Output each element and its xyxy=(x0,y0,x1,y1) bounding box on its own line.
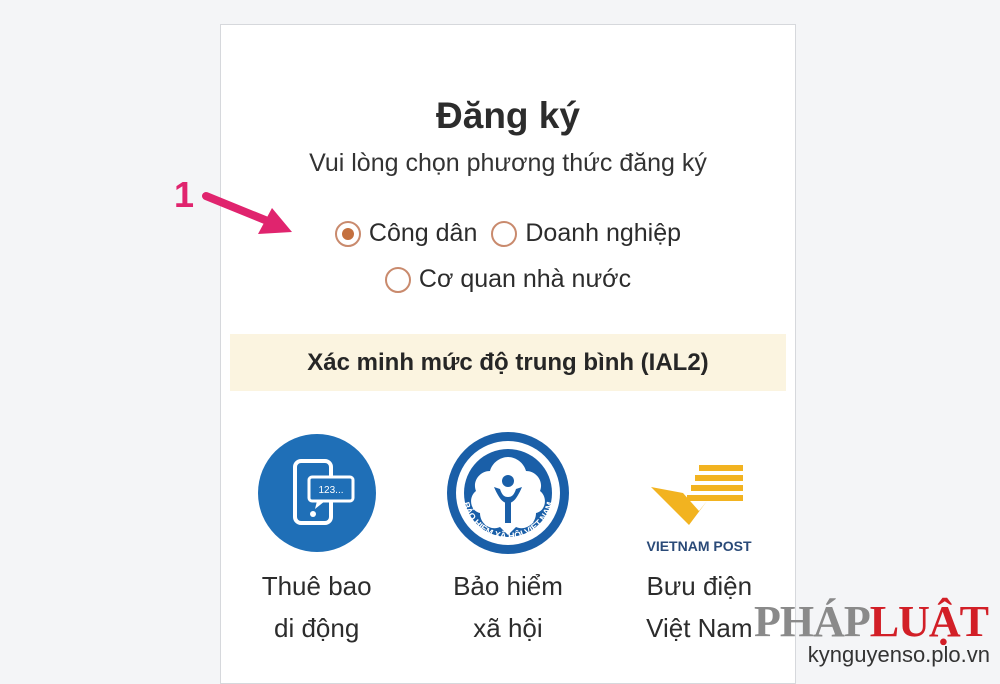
social-insurance-logo[interactable]: BẢO HIỂM XÃ HỘI VIỆT NAM xyxy=(446,431,570,555)
annotation-arrow-icon xyxy=(202,192,292,234)
annotation-number: 1 xyxy=(174,174,195,215)
watermark-logo: PHÁPLUẬT xyxy=(753,596,989,647)
logo-text-mobile: 123... xyxy=(318,485,343,496)
radio-label-doanh-nghiep: Doanh nghiệp xyxy=(525,219,682,247)
mobile-phone-icon[interactable]: 123... xyxy=(255,431,379,555)
radio-option-co-quan-nha-nuoc[interactable]: Cơ quan nhà nước xyxy=(384,265,632,294)
method-mobile-subscriber[interactable]: 123... Thuê bao di động xyxy=(221,431,412,649)
registration-type-row-1: Công dân Doanh nghiệp xyxy=(221,219,795,248)
radio-button-unchecked[interactable] xyxy=(384,266,411,293)
page-subtitle: Vui lòng chọn phương thức đăng ký xyxy=(309,149,707,177)
radio-button-checked[interactable] xyxy=(334,220,361,247)
radio-option-cong-dan[interactable]: Công dân xyxy=(334,219,478,248)
method-label-line2: Việt Nam xyxy=(646,613,753,643)
radio-button-unchecked[interactable] xyxy=(491,220,518,247)
method-social-insurance[interactable]: BẢO HIỂM XÃ HỘI VIỆT NAM Bảo hiểm xã hội xyxy=(412,431,603,649)
radio-option-doanh-nghiep[interactable]: Doanh nghiệp xyxy=(491,219,681,248)
vietnam-post-logo[interactable]: VIETNAM POST xyxy=(637,431,761,555)
watermark-brand-b: LUẬT xyxy=(869,597,989,646)
radio-label-cong-dan: Công dân xyxy=(368,219,478,247)
verification-level-banner: Xác minh mức độ trung bình (IAL2) xyxy=(230,334,786,391)
registration-card: Đăng ký Vui lòng chọn phương thức đăng k… xyxy=(220,24,796,684)
page-title: Đăng ký xyxy=(436,95,580,136)
watermark-brand-a: PHÁP xyxy=(753,597,871,646)
method-label-vietnam-post: Bưu điện Việt Nam xyxy=(646,565,752,649)
method-label-line1: Thuê bao xyxy=(261,571,372,601)
method-label-line1: Bưu điện xyxy=(646,571,753,601)
registration-type-row-2: Cơ quan nhà nước xyxy=(221,265,795,294)
logo-text-vnpost: VIETNAM POST xyxy=(647,538,752,554)
method-label-line2: xã hội xyxy=(473,613,543,643)
radio-label-co-quan-nha-nuoc: Cơ quan nhà nước xyxy=(418,265,632,293)
method-label-mobile: Thuê bao di động xyxy=(262,565,372,649)
method-label-social-insurance: Bảo hiểm xã hội xyxy=(453,565,563,649)
verification-methods: 123... Thuê bao di động BẢO HIỂM XÃ HỘI … xyxy=(221,431,795,649)
method-label-line1: Bảo hiểm xyxy=(453,571,563,601)
watermark-url: kynguyenso.plo.vn xyxy=(807,642,990,667)
method-label-line2: di động xyxy=(274,613,360,643)
